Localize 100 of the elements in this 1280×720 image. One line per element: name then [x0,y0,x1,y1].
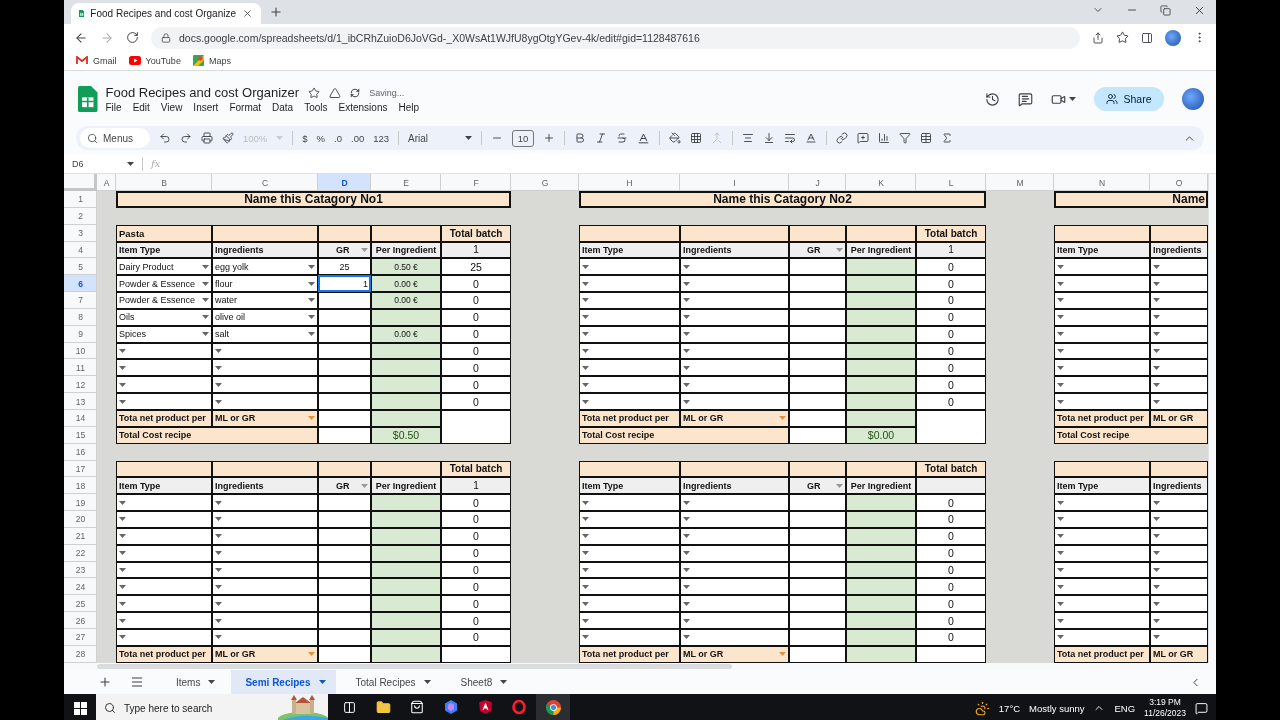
dropdown-cell[interactable]: Dairy Product [116,258,212,276]
column-header[interactable]: A [97,174,116,191]
function-symbol: fx [151,158,161,169]
bookmark-link[interactable]: YouTube [128,55,181,66]
table-cell: 0 [441,376,511,394]
table-cell: 0 [916,612,986,629]
sheet-tab[interactable]: Semi Recipes [231,670,336,694]
table-cell: 0 [916,578,986,596]
share-button[interactable]: Share [1094,87,1164,111]
taskbar-search[interactable]: Type here to search [96,694,328,720]
menus-search[interactable]: Menus [80,128,150,148]
weather-conditions: Mostly sunny [1029,702,1085,714]
table-cell: Name this Catagory No2 [579,191,986,208]
menu-item[interactable]: Data [272,102,294,113]
row-header[interactable]: 24 [64,578,97,596]
tab-title: Food Recipes and cost Organize [90,8,236,19]
table-cell: 0 [441,393,511,410]
row-header[interactable]: 13 [64,393,97,410]
document-title[interactable]: Food Recipes and cost Organizer [105,85,300,100]
row-header[interactable]: 20 [64,511,97,528]
column-header[interactable]: H [579,174,680,191]
table-cell: Ingredients [212,477,318,495]
column-header[interactable]: L [916,174,986,191]
table-cell: Total batch [916,460,986,478]
menu-item[interactable]: Tools [304,102,328,113]
browser-tab[interactable]: Food Recipes and cost Organize [71,3,261,24]
table-cell: 0 [441,494,511,512]
font-size-field[interactable]: 10 [512,129,535,147]
row-header[interactable]: 1 [64,191,97,208]
table-cell: 0 [916,292,986,309]
column-header[interactable]: I [680,174,789,191]
table-cell: 0 [441,292,511,309]
font-select[interactable]: Arial [408,132,473,144]
column-header[interactable]: K [846,174,916,191]
menu-item[interactable]: Help [398,102,420,113]
table-cell: Item Type [1054,477,1150,495]
column-header[interactable]: G [511,174,579,191]
sheet-tab[interactable]: Total Recipes [341,670,441,694]
table-cell: 0 [441,595,511,613]
url-text: docs.google.com/spreadsheets/d/1_ibCRhZuioD6JoVGd-_X0WsAt1WJfU8ygOtgYGev-4k/edit#gid=1128487616 [179,31,700,44]
currency-button[interactable]: $ [302,132,308,144]
table-cell: Name this Catagory No1 [116,191,511,208]
dropdown-cell[interactable]: water [212,292,318,309]
address-bar[interactable]: docs.google.com/spreadsheets/d/1_ibCRhZuioD6JoVGd-_X0WsAt1WJfU8ygOtgYGev-4k/edit#gid=1128487616 [151,26,1080,49]
column-header[interactable]: F [441,174,511,191]
table-cell: Ingredients [1150,477,1208,495]
table-cell: Name [1054,191,1208,208]
search-field[interactable]: Type here to search [122,701,272,715]
menu-item[interactable]: Insert [193,102,219,113]
row-header[interactable]: 25 [64,595,97,613]
bookmark-link[interactable]: Gmail [76,55,117,66]
row-header[interactable]: 6 [64,275,97,293]
percent-button[interactable]: % [316,132,326,144]
table-cell: Per Ingredient [371,477,441,495]
menu-item[interactable]: Edit [132,102,150,113]
table-cell: 0 [441,359,511,377]
table-cell: 0 [916,511,986,528]
table-cell: 25 [318,258,371,276]
table-cell: 1 [441,477,511,495]
column-header[interactable]: B [116,174,212,191]
row-header[interactable]: 26 [64,612,97,629]
column-header[interactable]: M [986,174,1054,191]
menu-item[interactable]: Extensions [338,102,388,113]
name-box[interactable]: D6 [72,158,134,169]
column-header[interactable]: J [789,174,846,191]
dropdown-cell[interactable]: Powder & Essence [116,292,212,309]
column-header[interactable]: D [318,174,371,191]
table-cell: 0 [916,275,986,293]
column-header[interactable]: N [1054,174,1150,191]
column-header[interactable]: O [1150,174,1208,191]
number-format-button[interactable]: 123 [373,132,390,144]
table-cell: 0.00 € [371,292,441,309]
table-cell: 0 [441,578,511,596]
language-indicator[interactable]: ENG [1114,702,1136,714]
row-header[interactable]: 12 [64,376,97,394]
table-cell: Per Ingredient [846,477,916,495]
dropdown-cell[interactable]: flour [212,275,318,293]
sheet-tab[interactable]: Items [162,670,226,694]
filter-header[interactable]: GR [789,477,846,495]
table-cell[interactable]: 1 [318,275,371,293]
column-header[interactable]: C [212,174,318,191]
dropdown-cell[interactable]: Powder & Essence [116,275,212,293]
bookmark-link[interactable]: Maps [192,55,231,66]
increase-decimal-button[interactable]: .00 [351,132,365,144]
menu-item[interactable]: File [105,102,122,113]
sheet-tab[interactable]: Sheet8 [446,670,518,694]
row-header[interactable]: 11 [64,359,97,377]
row-header[interactable]: 18 [64,477,97,495]
row-header[interactable]: 19 [64,494,97,512]
table-cell: 0 [441,275,511,293]
column-header[interactable]: E [371,174,441,191]
dropdown-cell[interactable]: egg yolk [212,258,318,276]
filter-header[interactable]: GR [318,477,371,495]
save-status: Saving... [369,87,405,98]
row-header[interactable]: 5 [64,258,97,276]
row-header[interactable]: 7 [64,292,97,309]
menu-item[interactable]: Format [229,102,262,113]
menu-item[interactable]: View [160,102,183,113]
decrease-decimal-button[interactable]: .0 [334,132,342,144]
table-cell: Total batch [441,224,511,242]
